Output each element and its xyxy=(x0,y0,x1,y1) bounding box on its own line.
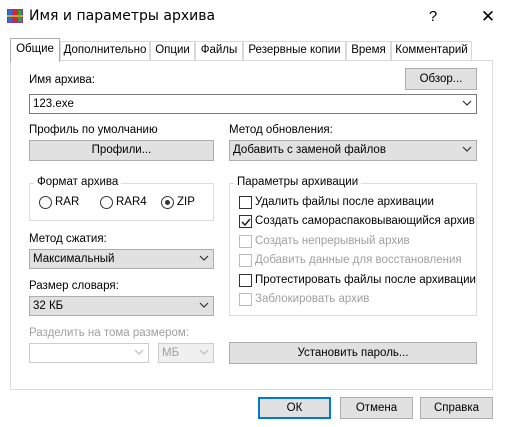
checkbox-solid-archive-label: Создать непрерывный архив xyxy=(255,235,410,247)
chevron-down-icon xyxy=(199,302,209,308)
chevron-down-icon xyxy=(462,100,472,106)
tab-options[interactable]: Опции xyxy=(150,41,195,60)
title-bar: Имя и параметры архива ? ✕ xyxy=(0,0,526,31)
profiles-button[interactable]: Профили... xyxy=(29,140,214,161)
tab-backup[interactable]: Резервные копии xyxy=(243,41,346,60)
tab-files[interactable]: Файлы xyxy=(195,41,243,60)
update-method-label: Метод обновления: xyxy=(229,124,333,136)
checkbox-solid-archive[interactable] xyxy=(239,235,252,248)
profile-label: Профиль по умолчанию xyxy=(29,124,158,136)
dictionary-size-select[interactable]: 32 КБ xyxy=(29,296,214,316)
split-unit-value: МБ xyxy=(162,347,180,359)
tab-advanced[interactable]: Дополнительно xyxy=(60,41,150,60)
window-title: Имя и параметры архива xyxy=(29,8,216,24)
help-button[interactable]: Справка xyxy=(420,397,493,419)
radio-zip[interactable] xyxy=(161,196,174,209)
update-method-value: Добавить с заменой файлов xyxy=(233,144,386,156)
checkbox-recovery-record[interactable] xyxy=(239,254,252,267)
update-method-select[interactable]: Добавить с заменой файлов xyxy=(229,140,477,161)
archive-name-label: Имя архива: xyxy=(29,74,96,86)
chevron-down-icon xyxy=(134,349,144,355)
checkmark-icon xyxy=(241,218,251,227)
radio-zip-label: ZIP xyxy=(177,196,195,208)
set-password-button[interactable]: Установить пароль... xyxy=(229,342,477,364)
tab-general[interactable]: Общие xyxy=(10,38,60,62)
help-titlebar-button[interactable]: ? xyxy=(418,6,448,28)
checkbox-delete-files-label: Удалить файлы после архивации xyxy=(255,196,434,208)
checkbox-lock-archive[interactable] xyxy=(239,293,252,306)
archive-name-value: 123.exe xyxy=(33,98,74,110)
chevron-down-icon xyxy=(199,255,209,261)
checkbox-delete-files[interactable] xyxy=(239,196,252,209)
archive-format-label: Формат архива xyxy=(34,176,122,188)
radio-rar[interactable] xyxy=(39,196,52,209)
ok-button[interactable]: ОК xyxy=(258,397,331,419)
checkbox-test-files-label: Протестировать файлы после архивации xyxy=(255,274,476,286)
dictionary-size-label: Размер словаря: xyxy=(29,280,119,292)
tab-comment[interactable]: Комментарий xyxy=(391,41,472,60)
checkbox-create-sfx[interactable] xyxy=(239,215,252,228)
checkbox-recovery-record-label: Добавить данные для восстановления xyxy=(255,254,462,266)
dictionary-size-value: 32 КБ xyxy=(33,300,64,312)
compression-method-select[interactable]: Максимальный xyxy=(29,249,214,269)
split-size-combo[interactable] xyxy=(29,343,149,363)
checkbox-lock-archive-label: Заблокировать архив xyxy=(255,293,370,305)
radio-rar4[interactable] xyxy=(100,196,113,209)
radio-rar4-label: RAR4 xyxy=(116,196,147,208)
archive-name-combo[interactable]: 123.exe xyxy=(29,94,477,114)
checkbox-create-sfx-label: Создать самораспаковывающийся архив xyxy=(255,215,475,227)
browse-button[interactable]: Обзор... xyxy=(405,68,477,90)
winrar-app-icon xyxy=(7,9,23,23)
archive-options-label: Параметры архивации xyxy=(234,176,362,188)
close-icon[interactable]: ✕ xyxy=(468,6,508,28)
compression-method-label: Метод сжатия: xyxy=(29,233,107,245)
chevron-down-icon xyxy=(462,146,472,152)
split-volumes-label: Разделить на тома размером: xyxy=(29,327,189,339)
radio-rar-label: RAR xyxy=(55,196,80,208)
compression-method-value: Максимальный xyxy=(33,253,115,265)
cancel-button[interactable]: Отмена xyxy=(340,397,413,419)
radio-selected-dot xyxy=(165,200,170,205)
chevron-down-icon xyxy=(199,349,209,355)
tab-time[interactable]: Время xyxy=(346,41,391,60)
checkbox-test-files[interactable] xyxy=(239,274,252,287)
split-unit-select[interactable]: МБ xyxy=(158,343,214,363)
